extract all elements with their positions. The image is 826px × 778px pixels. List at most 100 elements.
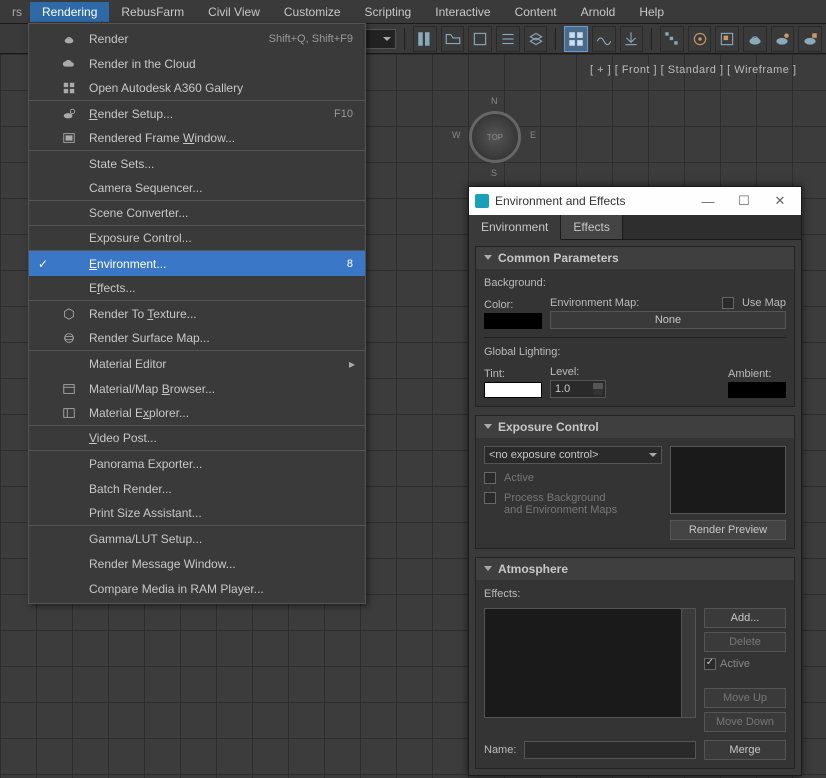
toolbar-teapot-2[interactable]: [771, 26, 795, 52]
toolbar-btn-5[interactable]: [524, 26, 548, 52]
toolbar-teapot-1[interactable]: [743, 26, 767, 52]
menu-item-label: Material/Map Browser...: [87, 382, 357, 396]
dialog-title: Environment and Effects: [495, 194, 687, 208]
menu-item[interactable]: Scene Converter...: [29, 201, 365, 226]
toolbar-btn-4[interactable]: [496, 26, 520, 52]
menu-item[interactable]: Render To Texture...: [29, 301, 365, 326]
menu-item[interactable]: Gamma/LUT Setup...: [29, 526, 365, 551]
tab-effects[interactable]: Effects: [561, 215, 622, 239]
rendering-menu: RenderShift+Q, Shift+F9 Render in the Clo…: [28, 23, 366, 604]
maximize-button[interactable]: ☐: [729, 193, 759, 209]
menu-item[interactable]: Camera Sequencer...: [29, 176, 365, 201]
exposure-select[interactable]: <no exposure control>: [484, 446, 662, 464]
viewport-label[interactable]: [ + ] [ Front ] [ Standard ] [ Wireframe…: [590, 64, 797, 76]
minimize-button[interactable]: —: [693, 194, 723, 209]
exposure-preview: [670, 446, 786, 514]
menu-item[interactable]: Compare Media in RAM Player...: [29, 576, 365, 601]
render-preview-button[interactable]: Render Preview: [670, 520, 786, 540]
menu-item-label: State Sets...: [87, 157, 357, 171]
menu-rebusfarm[interactable]: RebusFarm: [109, 2, 196, 22]
menu-customize[interactable]: Customize: [272, 2, 353, 22]
menu-item[interactable]: Print Size Assistant...: [29, 501, 365, 526]
menu-interactive[interactable]: Interactive: [423, 2, 502, 22]
menu-item[interactable]: Rendered Frame Window...: [29, 126, 365, 151]
grid-icon: [59, 81, 79, 95]
menu-item[interactable]: ✓Environment...8: [29, 251, 365, 276]
effects-listbox[interactable]: [484, 608, 696, 718]
name-label: Name:: [484, 744, 516, 756]
rollout-header[interactable]: Exposure Control: [476, 416, 794, 438]
menu-item-label: Gamma/LUT Setup...: [87, 532, 357, 546]
toolbar-btn-7[interactable]: [592, 26, 616, 52]
active-checkbox[interactable]: [484, 472, 496, 484]
menu-item[interactable]: Render Surface Map...: [29, 326, 365, 351]
menu-item[interactable]: RenderShift+Q, Shift+F9: [29, 26, 365, 51]
menu-item[interactable]: Effects...: [29, 276, 365, 301]
menu-content[interactable]: Content: [503, 2, 569, 22]
toolbar-btn-1[interactable]: [413, 26, 437, 52]
menu-item[interactable]: Material Explorer...: [29, 401, 365, 426]
menubar-fragment: rs: [4, 2, 30, 22]
toolbar-btn-11[interactable]: [715, 26, 739, 52]
process-bg-checkbox[interactable]: [484, 492, 496, 504]
toolbar-btn-6[interactable]: [564, 26, 588, 52]
menu-item[interactable]: Batch Render...: [29, 476, 365, 501]
background-color-swatch[interactable]: [484, 313, 542, 329]
menu-item[interactable]: Open Autodesk A360 Gallery: [29, 76, 365, 101]
active-checkbox[interactable]: [704, 658, 716, 670]
close-button[interactable]: ✕: [765, 193, 795, 209]
tab-environment[interactable]: Environment: [469, 215, 561, 240]
cube-icon: [59, 307, 79, 321]
menu-item[interactable]: Render Setup...F10: [29, 101, 365, 126]
menu-shortcut: Shift+Q, Shift+F9: [269, 33, 357, 45]
dialog-titlebar[interactable]: Environment and Effects — ☐ ✕: [469, 187, 801, 215]
menu-item-label: Render in the Cloud: [87, 57, 357, 71]
menu-item-label: Panorama Exporter...: [87, 457, 357, 471]
menu-item-label: Video Post...: [87, 431, 357, 445]
submenu-arrow-icon: ▸: [347, 357, 357, 371]
toolbar-teapot-3[interactable]: [798, 26, 822, 52]
merge-button[interactable]: Merge: [704, 740, 786, 760]
menubar: rs Rendering RebusFarm Civil View Custom…: [0, 0, 826, 24]
rollout-header[interactable]: Common Parameters: [476, 247, 794, 269]
rollout-header[interactable]: Atmosphere: [476, 558, 794, 580]
dialog-tabs: Environment Effects: [469, 215, 801, 240]
name-field[interactable]: [524, 741, 696, 759]
toolbar-btn-10[interactable]: [688, 26, 712, 52]
moveup-button[interactable]: Move Up: [704, 688, 786, 708]
menu-item[interactable]: Material Editor▸: [29, 351, 365, 376]
menu-item-label: Rendered Frame Window...: [87, 131, 357, 145]
menu-item[interactable]: State Sets...: [29, 151, 365, 176]
menu-scripting[interactable]: Scripting: [353, 2, 424, 22]
menu-item[interactable]: Render Message Window...: [29, 551, 365, 576]
menu-item[interactable]: Render in the Cloud: [29, 51, 365, 76]
ambient-swatch[interactable]: [728, 382, 786, 398]
scrollbar[interactable]: [681, 609, 695, 717]
menu-item[interactable]: Video Post...: [29, 426, 365, 451]
viewcube-face[interactable]: TOP: [469, 111, 521, 163]
menu-item[interactable]: Exposure Control...: [29, 226, 365, 251]
frame-icon: [59, 131, 79, 145]
menu-item[interactable]: Panorama Exporter...: [29, 451, 365, 476]
menu-shortcut: 8: [347, 258, 357, 270]
menu-item-label: Batch Render...: [87, 482, 357, 496]
menu-help[interactable]: Help: [627, 2, 676, 22]
menu-civilview[interactable]: Civil View: [196, 2, 272, 22]
toolbar-btn-3[interactable]: [468, 26, 492, 52]
toolbar-btn-8[interactable]: [620, 26, 644, 52]
delete-button[interactable]: Delete: [704, 632, 786, 652]
menu-rendering[interactable]: Rendering: [30, 2, 109, 22]
menu-item[interactable]: Material/Map Browser...: [29, 376, 365, 401]
env-map-button[interactable]: None: [550, 311, 786, 329]
toolbar-btn-2[interactable]: [441, 26, 465, 52]
menu-arnold[interactable]: Arnold: [569, 2, 628, 22]
level-spinner[interactable]: 1.0: [550, 380, 606, 398]
ambient-label: Ambient:: [728, 368, 786, 380]
movedown-button[interactable]: Move Down: [704, 712, 786, 732]
rollout-exposure-control: Exposure Control <no exposure control> A…: [475, 415, 795, 549]
tint-swatch[interactable]: [484, 382, 542, 398]
add-button[interactable]: Add...: [704, 608, 786, 628]
toolbar-btn-9[interactable]: [660, 26, 684, 52]
viewcube[interactable]: TOP N S W E: [458, 100, 532, 174]
use-map-checkbox[interactable]: [722, 297, 734, 309]
